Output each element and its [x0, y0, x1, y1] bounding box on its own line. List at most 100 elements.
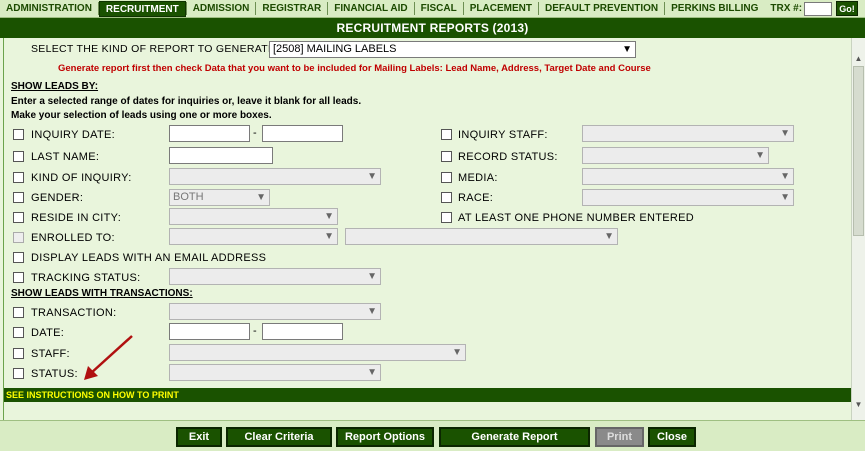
record-status-checkbox[interactable]: [441, 151, 452, 162]
chevron-down-icon: ▼: [780, 171, 790, 182]
race-checkbox[interactable]: [441, 192, 452, 203]
kind-of-inquiry-label: KIND OF INQUIRY:: [31, 172, 132, 184]
chevron-down-icon: ▼: [367, 171, 377, 182]
chevron-down-icon: ▼: [367, 271, 377, 282]
status-select[interactable]: ▼: [169, 364, 381, 381]
instruction-line-1: Enter a selected range of dates for inqu…: [11, 96, 362, 107]
chevron-down-icon: ▼: [324, 231, 334, 242]
generate-report-button[interactable]: Generate Report: [439, 427, 590, 447]
mailing-labels-note: Generate report first then check Data th…: [58, 63, 651, 74]
report-type-value: [2508] MAILING LABELS: [273, 43, 397, 55]
chevron-down-icon: ▼: [604, 231, 614, 242]
exit-button[interactable]: Exit: [176, 427, 222, 447]
media-label: MEDIA:: [458, 172, 498, 184]
vertical-scrollbar[interactable]: ▲ ▼: [851, 38, 865, 420]
display-email-label: DISPLAY LEADS WITH AN EMAIL ADDRESS: [31, 252, 267, 264]
enrolled-to-checkbox[interactable]: [13, 232, 24, 243]
inquiry-date-checkbox[interactable]: [13, 129, 24, 140]
inquiry-staff-checkbox[interactable]: [441, 129, 452, 140]
gender-checkbox[interactable]: [13, 192, 24, 203]
chevron-down-icon: ▼: [367, 306, 377, 317]
record-status-select[interactable]: ▼: [582, 147, 769, 164]
nav-tab-perkins-billing[interactable]: PERKINS BILLING: [665, 1, 764, 17]
date-range-dash: -: [253, 325, 257, 337]
transaction-date-checkbox[interactable]: [13, 327, 24, 338]
print-button[interactable]: Print: [595, 427, 644, 447]
reside-in-city-label: RESIDE IN CITY:: [31, 212, 122, 224]
phone-entered-label: AT LEAST ONE PHONE NUMBER ENTERED: [458, 212, 695, 224]
transaction-date-label: DATE:: [31, 327, 65, 339]
report-type-select[interactable]: [2508] MAILING LABELS ▼: [269, 41, 636, 58]
kind-of-inquiry-checkbox[interactable]: [13, 172, 24, 183]
last-name-checkbox[interactable]: [13, 151, 24, 162]
reside-in-city-select[interactable]: ▼: [169, 208, 338, 225]
report-select-label: SELECT THE KIND OF REPORT TO GENERATE:: [31, 43, 279, 55]
annotation-arrow: [84, 335, 133, 380]
staff-checkbox[interactable]: [13, 348, 24, 359]
phone-entered-checkbox[interactable]: [441, 212, 452, 223]
transaction-date-from-input[interactable]: [169, 323, 250, 340]
transaction-date-to-input[interactable]: [262, 323, 343, 340]
scroll-up-icon[interactable]: ▲: [852, 52, 865, 66]
transactions-header: SHOW LEADS WITH TRANSACTIONS:: [11, 288, 193, 299]
reside-in-city-checkbox[interactable]: [13, 212, 24, 223]
nav-tab-recruitment[interactable]: RECRUITMENT: [98, 0, 186, 17]
arrow-shaft: [89, 335, 133, 375]
last-name-input[interactable]: [169, 147, 273, 164]
enrolled-to-label: ENROLLED TO:: [31, 232, 115, 244]
display-email-checkbox[interactable]: [13, 252, 24, 263]
gender-select[interactable]: BOTH ▼: [169, 189, 270, 206]
print-instructions-link[interactable]: SEE INSTRUCTIONS ON HOW TO PRINT: [4, 390, 179, 400]
nav-tab-registrar[interactable]: REGISTRAR: [256, 1, 327, 17]
tracking-status-checkbox[interactable]: [13, 272, 24, 283]
nav-tab-admission[interactable]: ADMISSION: [187, 1, 256, 17]
scroll-down-icon[interactable]: ▼: [852, 398, 865, 412]
nav-tab-fiscal[interactable]: FISCAL: [415, 1, 463, 17]
tracking-status-select[interactable]: ▼: [169, 268, 381, 285]
transaction-select[interactable]: ▼: [169, 303, 381, 320]
chevron-down-icon: ▼: [622, 44, 632, 55]
print-instructions-bar[interactable]: SEE INSTRUCTIONS ON HOW TO PRINT: [4, 388, 852, 402]
clear-criteria-button[interactable]: Clear Criteria: [226, 427, 332, 447]
inquiry-staff-select[interactable]: ▼: [582, 125, 794, 142]
enrolled-to-program-select[interactable]: ▼: [345, 228, 618, 245]
media-checkbox[interactable]: [441, 172, 452, 183]
staff-select[interactable]: ▼: [169, 344, 466, 361]
kind-of-inquiry-select[interactable]: ▼: [169, 168, 381, 185]
enrolled-to-select[interactable]: ▼: [169, 228, 338, 245]
chevron-down-icon: ▼: [780, 192, 790, 203]
race-label: RACE:: [458, 192, 494, 204]
go-button[interactable]: Go!: [836, 1, 859, 16]
nav-tab-placement[interactable]: PLACEMENT: [464, 1, 538, 17]
inquiry-date-label: INQUIRY DATE:: [31, 129, 115, 141]
status-checkbox[interactable]: [13, 368, 24, 379]
record-status-label: RECORD STATUS:: [458, 151, 558, 163]
gender-value: BOTH: [173, 191, 204, 203]
nav-tab-financial-aid[interactable]: FINANCIAL AID: [328, 1, 413, 17]
date-range-dash: -: [253, 127, 257, 139]
tracking-status-label: TRACKING STATUS:: [31, 272, 141, 284]
nav-tab-default-prevention[interactable]: DEFAULT PREVENTION: [539, 1, 664, 17]
trx-input[interactable]: [804, 1, 833, 16]
chevron-down-icon: ▼: [324, 211, 334, 222]
gender-label: GENDER:: [31, 192, 84, 204]
footer-toolbar: Exit Clear Criteria Report Options Gener…: [0, 420, 865, 451]
media-select[interactable]: ▼: [582, 168, 794, 185]
transaction-checkbox[interactable]: [13, 307, 24, 318]
race-select[interactable]: ▼: [582, 189, 794, 206]
top-navigation: ADMINISTRATION RECRUITMENT ADMISSION REG…: [0, 0, 865, 18]
chevron-down-icon: ▼: [780, 128, 790, 139]
chevron-down-icon: ▼: [452, 347, 462, 358]
chevron-down-icon: ▼: [367, 367, 377, 378]
inquiry-date-to-input[interactable]: [262, 125, 343, 142]
report-options-button[interactable]: Report Options: [336, 427, 434, 447]
chevron-down-icon: ▼: [755, 150, 765, 161]
chevron-down-icon: ▼: [256, 192, 266, 203]
close-button[interactable]: Close: [648, 427, 696, 447]
nav-tab-administration[interactable]: ADMINISTRATION: [0, 1, 98, 17]
trx-label: TRX #:: [770, 3, 803, 14]
inquiry-date-from-input[interactable]: [169, 125, 250, 142]
scroll-thumb[interactable]: [853, 66, 864, 236]
show-leads-header: SHOW LEADS BY:: [11, 81, 99, 92]
instruction-line-2: Make your selection of leads using one o…: [11, 110, 272, 121]
